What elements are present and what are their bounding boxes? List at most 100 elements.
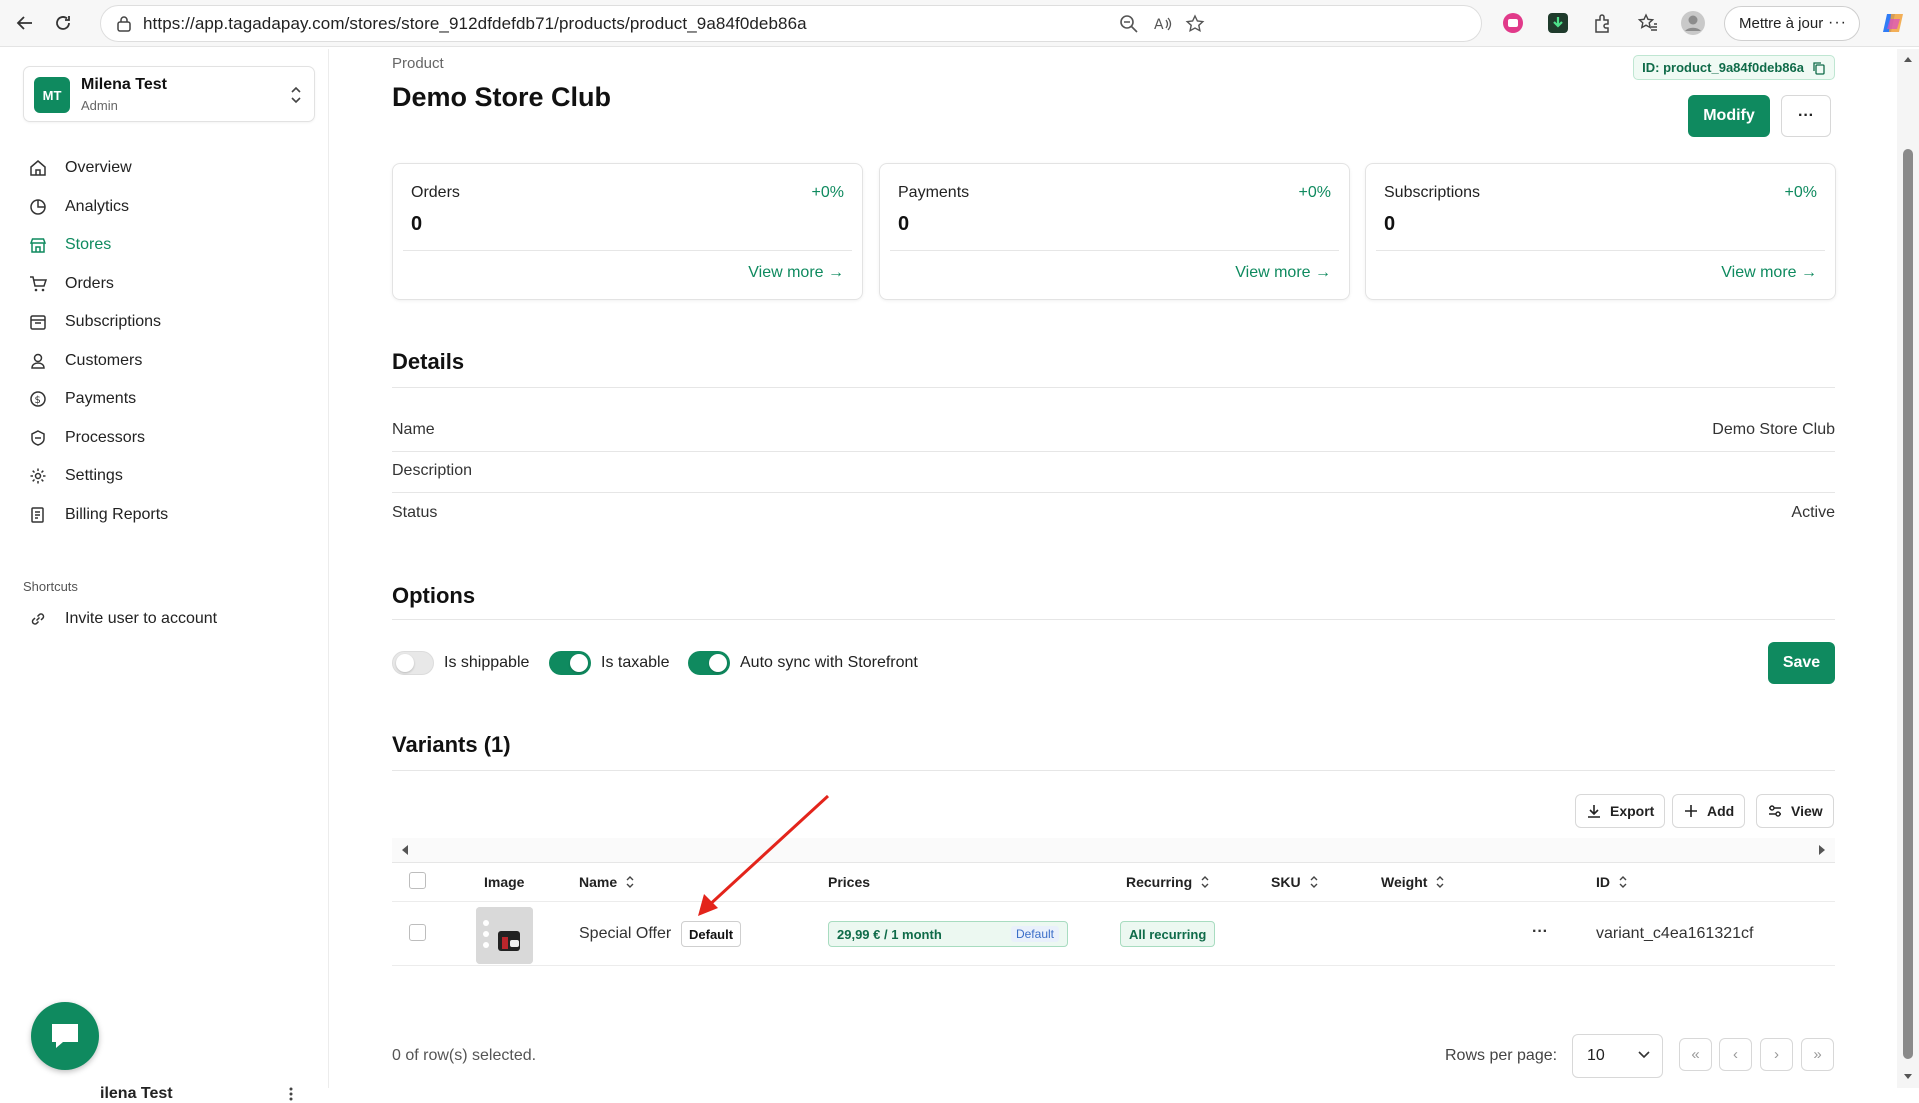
- pie-chart-icon: [27, 196, 49, 218]
- column-header-recurring[interactable]: Recurring: [1126, 874, 1210, 890]
- toggle-auto-sync[interactable]: Auto sync with Storefront: [688, 651, 918, 675]
- previous-page-button[interactable]: ‹: [1719, 1038, 1752, 1071]
- sidebar-item-label: Payments: [65, 390, 137, 408]
- toggle-is-taxable[interactable]: Is taxable: [549, 651, 669, 675]
- shortcut-invite-user[interactable]: Invite user to account: [27, 600, 217, 639]
- select-all-checkbox[interactable]: [409, 872, 426, 889]
- scroll-left-icon: [402, 845, 408, 855]
- detail-value-status: Active: [1791, 504, 1835, 521]
- horizontal-scrollbar[interactable]: [392, 838, 1835, 862]
- detail-value-name: Demo Store Club: [1712, 421, 1835, 438]
- view-more-link[interactable]: View more →: [748, 264, 844, 282]
- extension-pink-icon[interactable]: [1500, 10, 1526, 36]
- chevron-up-down-icon: [291, 86, 301, 104]
- last-page-button[interactable]: »: [1801, 1038, 1834, 1071]
- sidebar-item-subscriptions[interactable]: Subscriptions: [27, 303, 168, 342]
- column-header-weight[interactable]: Weight: [1381, 874, 1445, 890]
- calendar-icon: [27, 311, 49, 333]
- sidebar-item-settings[interactable]: Settings: [27, 457, 168, 496]
- vertical-dots-icon[interactable]: [288, 1086, 294, 1102]
- sidebar-item-label: Customers: [65, 351, 143, 369]
- report-icon: [27, 504, 49, 526]
- svg-text:$: $: [35, 395, 41, 406]
- view-more-link[interactable]: View more →: [1235, 264, 1331, 282]
- detail-label-description: Description: [392, 462, 473, 479]
- sidebar-item-stores[interactable]: Stores: [27, 226, 168, 265]
- price-default-badge: Default: [1010, 926, 1059, 942]
- sidebar-item-analytics[interactable]: Analytics: [27, 188, 168, 227]
- modify-button[interactable]: Modify: [1688, 95, 1770, 137]
- user-icon: [27, 350, 49, 372]
- copy-icon: [1813, 62, 1825, 75]
- export-label: Export: [1610, 803, 1655, 819]
- reload-button[interactable]: [46, 6, 80, 40]
- view-more-link[interactable]: View more →: [1721, 264, 1817, 282]
- add-button[interactable]: Add: [1672, 794, 1746, 828]
- switch-on[interactable]: [549, 651, 591, 675]
- save-button[interactable]: Save: [1768, 642, 1835, 684]
- divider: [392, 451, 1835, 452]
- reload-icon: [56, 16, 70, 30]
- rows-per-page-label: Rows per page:: [1445, 1047, 1558, 1064]
- account-switcher[interactable]: MT Milena Test Admin: [23, 66, 315, 122]
- options-heading: Options: [392, 583, 476, 608]
- price-badge: 29,99 € / 1 month Default: [828, 921, 1068, 947]
- sidebar-item-billing-reports[interactable]: Billing Reports: [27, 496, 168, 535]
- stat-card-payments: Payments +0% 0 View more →: [879, 163, 1350, 300]
- page-scrollbar[interactable]: [1897, 49, 1919, 1088]
- default-badge: Default: [681, 921, 742, 947]
- divider: [392, 965, 1835, 966]
- copilot-icon[interactable]: [1880, 10, 1906, 36]
- extension-download-icon[interactable]: [1545, 10, 1571, 36]
- shortcuts-heading: Shortcuts: [23, 579, 78, 594]
- column-header-id[interactable]: ID: [1596, 874, 1628, 890]
- first-page-button[interactable]: «: [1679, 1038, 1712, 1071]
- variants-heading: Variants (1): [392, 732, 511, 757]
- next-page-button[interactable]: ›: [1760, 1038, 1793, 1071]
- divider: [392, 862, 1835, 863]
- view-button[interactable]: View: [1756, 794, 1834, 828]
- browser-update-button[interactable]: Mettre à jour ···: [1724, 6, 1860, 41]
- product-id-chip[interactable]: ID: product_9a84f0deb86a: [1633, 55, 1835, 80]
- profile-avatar-icon[interactable]: [1680, 10, 1706, 36]
- browser-menu-icon[interactable]: ···: [1828, 14, 1847, 32]
- address-bar[interactable]: https://app.tagadapay.com/stores/store_9…: [100, 5, 1482, 42]
- toggle-label: Is shippable: [444, 654, 530, 671]
- divider: [403, 250, 852, 251]
- variant-name: Special Offer: [579, 925, 672, 942]
- scrollbar-thumb[interactable]: [1903, 149, 1913, 1059]
- sidebar: MT Milena Test Admin Overview Analytics …: [5, 49, 329, 1102]
- divider: [392, 492, 1835, 493]
- detail-label-name: Name: [392, 421, 435, 438]
- link-icon: [27, 608, 49, 630]
- stat-card-orders: Orders +0% 0 View more →: [392, 163, 863, 300]
- extensions-puzzle-icon[interactable]: [1590, 10, 1616, 36]
- plus-icon: [1685, 805, 1697, 817]
- favorite-star-icon: [1185, 14, 1205, 33]
- account-name: Milena Test: [81, 76, 167, 93]
- divider: [392, 619, 1835, 620]
- switch-off[interactable]: [392, 651, 434, 675]
- sort-icon: [1310, 876, 1318, 888]
- page-title: Demo Store Club: [392, 82, 612, 112]
- more-actions-button[interactable]: ···: [1781, 95, 1831, 137]
- row-checkbox[interactable]: [409, 924, 426, 941]
- sidebar-item-processors[interactable]: Processors: [27, 419, 168, 458]
- sidebar-item-label: Stores: [65, 236, 112, 254]
- chevron-down-icon: [1638, 1051, 1650, 1059]
- export-button[interactable]: Export: [1575, 794, 1666, 828]
- back-button[interactable]: [8, 6, 42, 40]
- column-header-name[interactable]: Name: [579, 874, 635, 890]
- favorites-icon[interactable]: [1635, 10, 1661, 36]
- sidebar-item-orders[interactable]: Orders: [27, 265, 168, 304]
- sidebar-item-customers[interactable]: Customers: [27, 342, 168, 381]
- switch-on[interactable]: [688, 651, 730, 675]
- chat-button[interactable]: [31, 1002, 99, 1070]
- sidebar-item-payments[interactable]: $ Payments: [27, 380, 168, 419]
- toggle-is-shippable[interactable]: Is shippable: [392, 651, 529, 675]
- column-header-image: Image: [484, 874, 525, 890]
- rows-per-page-select[interactable]: 10: [1572, 1034, 1663, 1078]
- column-header-sku[interactable]: SKU: [1271, 874, 1319, 890]
- sidebar-item-overview[interactable]: Overview: [27, 149, 168, 188]
- row-actions-button[interactable]: ···: [1532, 923, 1548, 941]
